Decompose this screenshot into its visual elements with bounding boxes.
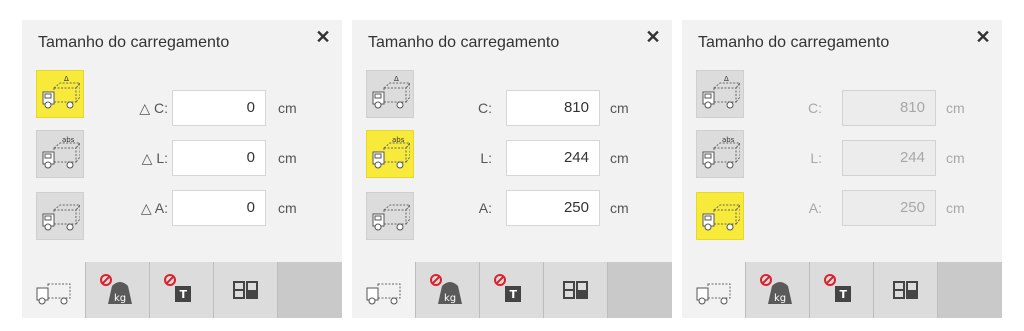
truck-abs-icon: abs [42,136,80,169]
width-unit: cm [278,150,297,166]
truck-abs-icon: abs [702,136,740,169]
no-weight-icon: kg [429,274,462,304]
height-label: A: [478,200,492,216]
tab-load-size[interactable] [682,262,746,318]
tab-text[interactable]: T [150,262,214,318]
width-label: L: [480,150,492,166]
length-field[interactable]: 0 [172,90,266,126]
truck-tab-icon [366,283,400,305]
width-unit: cm [610,150,629,166]
no-text-icon: T [493,274,521,302]
height-field: 250 [842,190,936,226]
svg-text:T: T [839,288,847,301]
tab-bar: kg T [682,262,1002,318]
length-unit: cm [946,100,965,116]
layout-icon [562,281,588,299]
svg-text:kg: kg [444,293,456,304]
length-label: △ C: [139,100,168,116]
svg-text:T: T [509,288,517,301]
truck-delta-icon: Δ [372,76,410,109]
tab-layout[interactable] [544,262,608,318]
svg-text:kg: kg [114,293,126,304]
tab-load-size[interactable] [22,262,86,318]
tab-empty [938,262,1002,318]
truck-plain-icon [702,204,740,231]
tab-load-size[interactable] [352,262,416,318]
truck-plain-icon [372,204,410,231]
close-button[interactable]: ✕ [644,28,662,46]
height-field[interactable]: 0 [172,190,266,226]
no-weight-icon: kg [99,274,132,304]
length-label: C: [808,100,822,116]
width-unit: cm [946,150,965,166]
truck-plain-icon [42,204,80,231]
load-size-panel-abs: Tamanho do carregamento ✕ Δ abs C: 810 c… [352,20,672,318]
truck-delta-icon: Δ [702,76,740,109]
svg-text:Δ: Δ [724,76,729,83]
height-unit: cm [278,200,297,216]
plain-mode-button[interactable] [36,192,84,240]
length-field[interactable]: 810 [506,90,600,126]
tab-layout[interactable] [874,262,938,318]
svg-text:abs: abs [392,136,405,144]
tab-weight[interactable]: kg [86,262,150,318]
tab-empty [608,262,672,318]
layout-icon [892,281,918,299]
plain-mode-button[interactable] [696,192,744,240]
delta-mode-button[interactable]: Δ [36,70,84,118]
load-size-panel-plain: Tamanho do carregamento ✕ Δ abs C: 810 c… [682,20,1002,318]
truck-tab-icon [696,283,730,305]
height-field[interactable]: 250 [506,190,600,226]
panel-title: Tamanho do carregamento [368,34,560,51]
tab-text[interactable]: T [810,262,874,318]
abs-mode-button[interactable]: abs [696,130,744,178]
load-size-panel-delta: Tamanho do carregamento ✕ Δ abs △ C: 0 c… [22,20,342,318]
tab-weight[interactable]: kg [746,262,810,318]
close-button[interactable]: ✕ [314,28,332,46]
height-label: A: [808,200,822,216]
close-button[interactable]: ✕ [974,28,992,46]
width-label: L: [810,150,822,166]
width-field: 244 [842,140,936,176]
tab-text[interactable]: T [480,262,544,318]
tab-bar: kg T [352,262,672,318]
svg-text:abs: abs [722,136,735,144]
panel-title: Tamanho do carregamento [38,34,230,51]
tab-empty [278,262,342,318]
height-unit: cm [946,200,965,216]
truck-tab-icon [36,283,70,305]
delta-mode-button[interactable]: Δ [696,70,744,118]
layout-icon [232,281,258,299]
height-unit: cm [610,200,629,216]
length-unit: cm [278,100,297,116]
length-label: C: [478,100,492,116]
truck-abs-icon: abs [372,136,410,169]
width-label: △ L: [141,150,168,166]
delta-mode-button[interactable]: Δ [366,70,414,118]
svg-text:Δ: Δ [394,76,399,83]
no-text-icon: T [163,274,191,302]
truck-delta-icon: Δ [42,76,80,109]
tab-weight[interactable]: kg [416,262,480,318]
length-unit: cm [610,100,629,116]
svg-text:kg: kg [774,293,786,304]
svg-text:abs: abs [62,136,75,144]
abs-mode-button[interactable]: abs [36,130,84,178]
no-weight-icon: kg [759,274,792,304]
width-field[interactable]: 0 [172,140,266,176]
abs-mode-button[interactable]: abs [366,130,414,178]
height-label: △ A: [140,200,168,216]
svg-text:Δ: Δ [64,76,69,83]
panel-title: Tamanho do carregamento [698,34,890,51]
svg-text:T: T [179,288,187,301]
plain-mode-button[interactable] [366,192,414,240]
no-text-icon: T [823,274,851,302]
tab-bar: kg T [22,262,342,318]
width-field[interactable]: 244 [506,140,600,176]
length-field: 810 [842,90,936,126]
tab-layout[interactable] [214,262,278,318]
